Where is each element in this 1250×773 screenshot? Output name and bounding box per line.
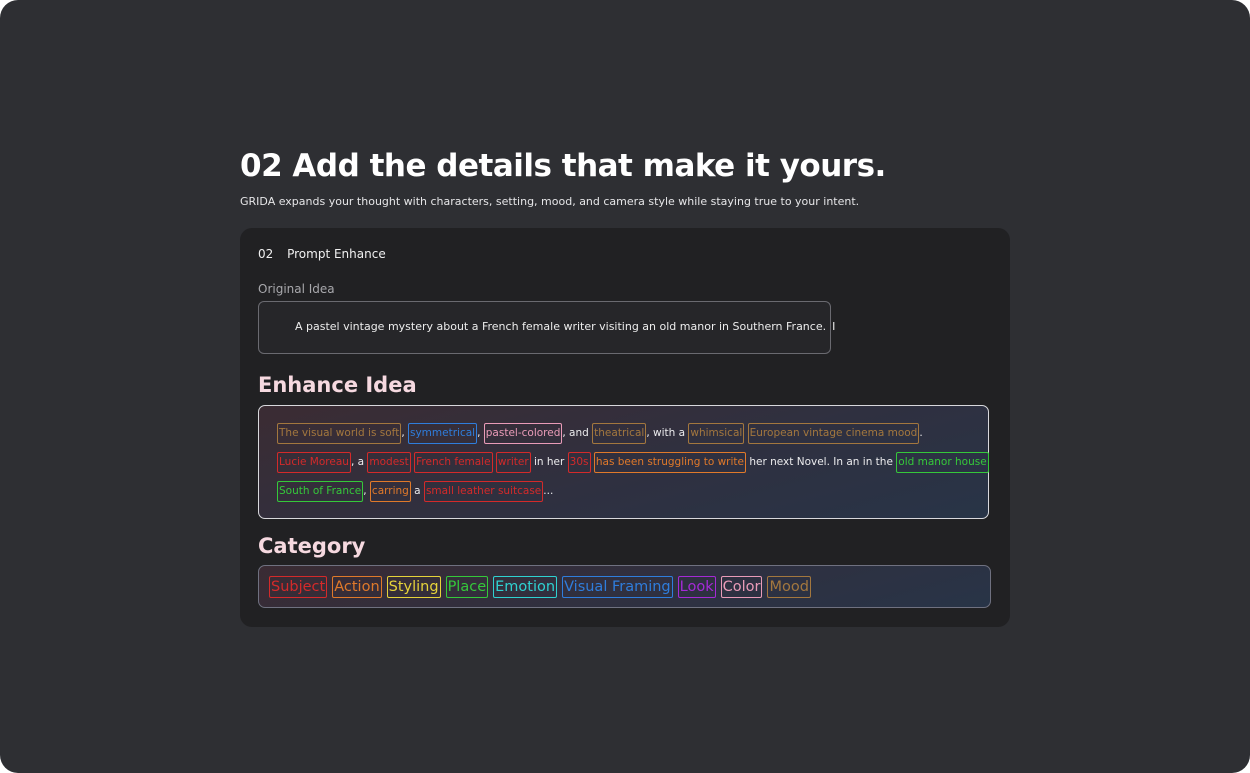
app-frame: 02 Add the details that make it yours. G…: [0, 0, 1250, 773]
token-text: ,: [401, 427, 405, 439]
token-text: , and: [562, 427, 589, 439]
token-text: ...: [543, 485, 554, 497]
token-text: ,: [477, 427, 481, 439]
token-mood[interactable]: European vintage cinema mood: [747, 423, 920, 444]
category-chip-emotion[interactable]: Emotion: [493, 576, 558, 598]
original-idea-text: A pastel vintage mystery about a French …: [295, 320, 827, 333]
enhanced-line: The visual world is soft, symmetrical, p…: [277, 422, 970, 451]
enhanced-line: South of France, carring a small leather…: [277, 480, 970, 509]
category-chip-look[interactable]: Look: [677, 576, 716, 598]
original-idea-label: Original Idea: [258, 282, 335, 296]
token-text: .: [919, 427, 923, 439]
text-cursor: I: [832, 320, 836, 333]
token-place[interactable]: South of France: [277, 481, 364, 502]
token-mood[interactable]: The visual world is soft: [277, 423, 402, 444]
token-subject[interactable]: small leather suitcase: [423, 481, 544, 502]
step-title: Prompt Enhance: [287, 247, 386, 261]
token-color[interactable]: pastel-colored: [483, 423, 563, 444]
category-chip-mood[interactable]: Mood: [767, 576, 811, 598]
category-title: Category: [258, 534, 366, 558]
token-mood[interactable]: whimsical: [688, 423, 745, 444]
token-subject[interactable]: 30s: [567, 452, 591, 473]
category-chip-subject[interactable]: Subject: [269, 576, 328, 598]
category-chip-place[interactable]: Place: [445, 576, 489, 598]
enhanced-idea-box[interactable]: The visual world is soft, symmetrical, p…: [258, 405, 989, 519]
card-header: 02 Prompt Enhance: [258, 247, 386, 261]
token-place[interactable]: old manor house: [896, 452, 989, 473]
category-chip-action[interactable]: Action: [332, 576, 382, 598]
token-subject[interactable]: modest: [367, 452, 411, 473]
category-chip-visual[interactable]: Visual Framing: [562, 576, 673, 598]
token-mood[interactable]: theatrical: [592, 423, 647, 444]
page-title: 02 Add the details that make it yours.: [240, 148, 886, 184]
category-chip-color[interactable]: Color: [720, 576, 763, 598]
token-action[interactable]: has been struggling to write: [593, 452, 746, 473]
token-text: a: [414, 485, 421, 497]
token-text: , with a: [646, 427, 686, 439]
page-subtitle: GRIDA expands your thought with characte…: [240, 195, 860, 208]
token-action[interactable]: carring: [369, 481, 411, 502]
token-visual[interactable]: symmetrical: [408, 423, 478, 444]
enhanced-line: Lucie Moreau, a modest French female wri…: [277, 451, 989, 480]
token-subject[interactable]: French female: [414, 452, 493, 473]
enhance-idea-title: Enhance Idea: [258, 373, 417, 397]
step-number: 02: [258, 247, 274, 261]
category-bar: Subject Action Styling Place Emotion Visual F…: [258, 565, 991, 608]
token-subject[interactable]: Lucie Moreau: [277, 452, 351, 473]
prompt-enhance-card: 02 Prompt Enhance Original Idea A pastel…: [240, 228, 1010, 627]
token-text: her next Novel. In an in the: [749, 456, 893, 468]
token-subject[interactable]: writer: [495, 452, 531, 473]
original-idea-input[interactable]: A pastel vintage mystery about a French …: [258, 301, 835, 354]
category-chip-styling[interactable]: Styling: [386, 576, 441, 598]
token-text: , a: [350, 456, 365, 468]
token-text: ,: [363, 485, 367, 497]
token-text: in her: [533, 456, 565, 468]
